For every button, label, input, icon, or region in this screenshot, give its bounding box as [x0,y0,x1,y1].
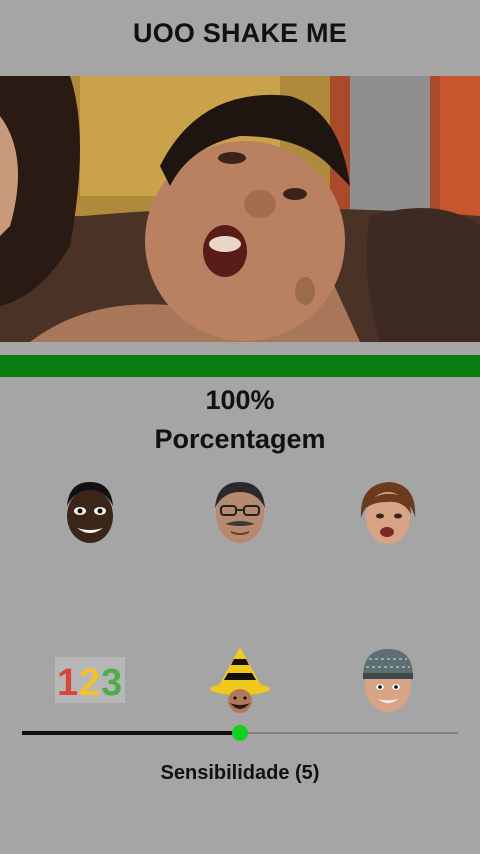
sensitivity-slider-fill [22,731,240,735]
sound-button-party-hat[interactable] [205,645,275,715]
shake-progress-fill [0,355,480,377]
photo-separator [0,342,480,355]
glasses-man-face-icon [215,482,265,543]
svg-text:3: 3 [101,662,122,704]
sound-button-woman[interactable] [353,478,423,548]
percent-label: Porcentagem [154,424,326,454]
numbers-123-icon: 1 2 3 [55,657,125,704]
grinning-man-face-icon [67,482,113,543]
woman-face-icon [360,482,416,544]
svg-text:2: 2 [79,662,100,704]
sound-button-beanie-man[interactable] [353,645,423,715]
sound-button-numbers[interactable]: 1 2 3 [55,645,125,715]
sensitivity-label: Sensibilidade (5) [160,762,320,784]
beanie-man-face-icon [363,649,413,712]
svg-text:1: 1 [57,662,78,704]
party-hat-face-icon [210,647,270,713]
app-title: UOO SHAKE ME [133,18,347,48]
sensitivity-slider-thumb[interactable] [232,725,248,741]
sound-button-glasses-man[interactable] [205,478,275,548]
shake-progress-bar [0,355,480,377]
meme-photo [0,76,480,342]
percent-value: 100% [205,385,275,415]
sound-button-grinning-man[interactable] [55,478,125,548]
